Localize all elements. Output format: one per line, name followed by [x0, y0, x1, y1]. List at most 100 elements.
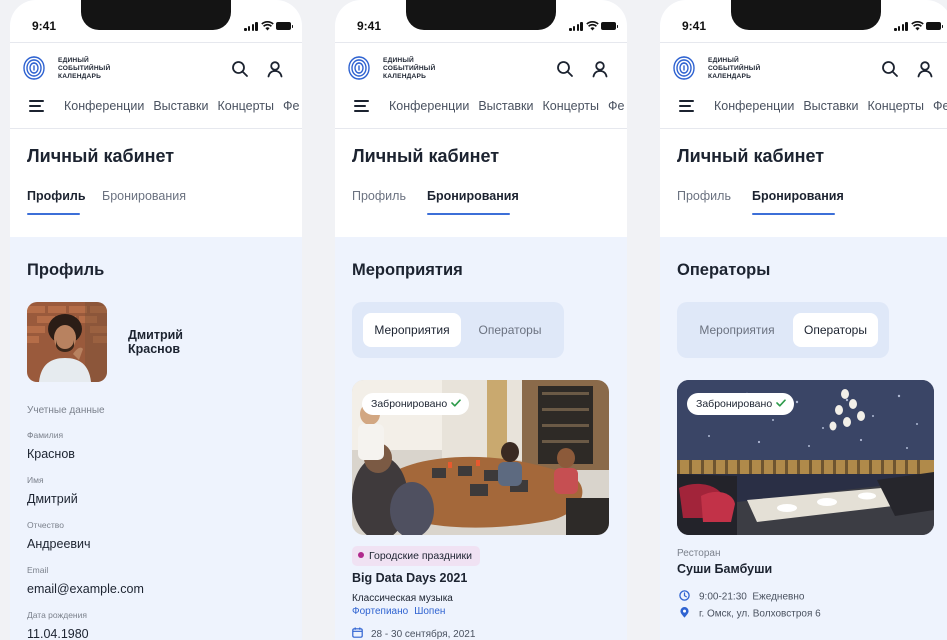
logo-line: КАЛЕНДАРЬ	[383, 73, 427, 80]
search-icon[interactable]	[231, 60, 249, 78]
bookings-segmented-control: Мероприятия Операторы	[352, 302, 564, 358]
nav-item-conferences[interactable]: Конференции	[64, 99, 144, 113]
user-icon[interactable]	[266, 60, 284, 78]
nav-item-festivals[interactable]: Фе	[283, 99, 299, 113]
logo-text: ЕДИНЫЙ СОБЫТИЙНЫЙ КАЛЕНДАРЬ	[708, 57, 760, 81]
logo-fingerprint-icon[interactable]	[22, 55, 46, 81]
logo-line: СОБЫТИЙНЫЙ	[708, 65, 761, 72]
nav-item-exhibitions[interactable]: Выставки	[153, 99, 208, 113]
nav-item-concerts[interactable]: Концерты	[543, 99, 600, 113]
nav-items: Конференции Выставки Концерты Фе	[389, 99, 627, 113]
booked-badge: Забронировано	[362, 393, 470, 415]
nav-item-conferences[interactable]: Конференции	[714, 99, 794, 113]
status-bar: 9:41	[335, 0, 627, 44]
field-label-last-name: Фамилия	[27, 430, 64, 440]
divider	[335, 42, 627, 43]
category-nav: Конференции Выставки Концерты Фе	[335, 95, 627, 119]
nav-item-exhibitions[interactable]: Выставки	[478, 99, 533, 113]
field-label-email: Email	[27, 565, 49, 575]
avatar	[27, 302, 107, 382]
burger-menu-icon[interactable]	[29, 100, 44, 112]
logo-line: КАЛЕНДАРЬ	[58, 73, 102, 80]
event-tag[interactable]: Фортепиано	[352, 606, 408, 617]
field-value-birth-date: 11.04.1980	[27, 627, 89, 640]
segment-events[interactable]: Мероприятия	[688, 313, 786, 347]
wifi-icon	[911, 20, 924, 31]
nav-item-exhibitions[interactable]: Выставки	[803, 99, 858, 113]
field-value-last-name: Краснов	[27, 447, 75, 461]
event-tags: Фортепиано Шопен	[352, 606, 451, 617]
location-pin-icon	[679, 607, 690, 618]
logo-text: ЕДИНЫЙ СОБЫТИЙНЫЙ КАЛЕНДАРЬ	[58, 57, 110, 81]
logo-text: ЕДИНЫЙ СОБЫТИЙНЫЙ КАЛЕНДАРЬ	[383, 57, 435, 81]
logo-fingerprint-icon[interactable]	[347, 55, 371, 81]
tab-profile[interactable]: Профиль	[677, 189, 731, 203]
notch	[406, 0, 556, 30]
user-icon[interactable]	[591, 60, 609, 78]
event-title[interactable]: Big Data Days 2021	[352, 571, 467, 585]
field-label-first-name: Имя	[27, 475, 44, 485]
category-dot-icon	[358, 552, 364, 558]
signal-icon	[244, 22, 258, 31]
check-icon	[776, 399, 786, 407]
logo-line: КАЛЕНДАРЬ	[708, 73, 752, 80]
bookings-segmented-control: Мероприятия Операторы	[677, 302, 889, 358]
booked-badge: Забронировано	[687, 393, 795, 415]
nav-items: Конференции Выставки Концерты Фе	[64, 99, 302, 113]
status-time: 9:41	[682, 19, 707, 33]
event-date: 28 - 30 сентября, 2021	[352, 627, 475, 640]
segment-events[interactable]: Мероприятия	[363, 313, 461, 347]
operator-hours-row: 9:00-21:30 Ежедневно	[679, 590, 804, 603]
system-icons	[569, 20, 618, 31]
section-title: Мероприятия	[352, 261, 463, 279]
operator-name[interactable]: Суши Бамбуши	[677, 562, 772, 576]
tab-profile[interactable]: Профиль	[27, 189, 86, 203]
nav-items: Конференции Выставки Концерты Фе	[714, 99, 947, 113]
section-title: Профиль	[27, 261, 105, 279]
operator-address-row: г. Омск, ул. Волховстроя 6	[679, 607, 821, 620]
nav-item-concerts[interactable]: Концерты	[868, 99, 925, 113]
signal-icon	[894, 22, 908, 31]
field-value-first-name: Дмитрий	[27, 492, 78, 506]
search-icon[interactable]	[881, 60, 899, 78]
field-label-birth-date: Дата рождения	[27, 610, 87, 620]
category-label: Городские праздники	[369, 550, 472, 562]
tab-profile[interactable]: Профиль	[352, 189, 406, 203]
check-icon	[451, 399, 461, 407]
search-icon[interactable]	[556, 60, 574, 78]
logo-fingerprint-icon[interactable]	[672, 55, 696, 81]
tab-bookings[interactable]: Бронирования	[752, 189, 844, 203]
segment-operators[interactable]: Операторы	[793, 313, 878, 347]
status-time: 9:41	[32, 19, 57, 33]
burger-menu-icon[interactable]	[679, 100, 694, 112]
event-genre: Классическая музыка	[352, 593, 453, 604]
logo-line: ЕДИНЫЙ	[58, 57, 89, 64]
page-title: Личный кабинет	[27, 146, 175, 166]
divider	[10, 42, 302, 43]
field-label-patronymic: Отчество	[27, 520, 64, 530]
burger-menu-icon[interactable]	[354, 100, 369, 112]
event-card-image[interactable]: Забронировано	[352, 380, 609, 535]
credentials-label: Учетные данные	[27, 405, 105, 416]
system-icons	[244, 21, 293, 31]
logo-line: ЕДИНЫЙ	[708, 57, 739, 64]
nav-item-festivals[interactable]: Фе	[933, 99, 947, 113]
profile-name: Дмитрий Краснов	[128, 328, 183, 356]
nav-item-conferences[interactable]: Конференции	[389, 99, 469, 113]
nav-item-festivals[interactable]: Фе	[608, 99, 624, 113]
wifi-icon	[586, 20, 599, 31]
system-icons	[894, 20, 943, 31]
tab-bookings[interactable]: Бронирования	[102, 189, 186, 203]
category-nav: Конференции Выставки Концерты Фе	[10, 95, 302, 119]
clock-icon	[679, 590, 690, 601]
tab-bookings[interactable]: Бронирования	[427, 189, 519, 203]
user-icon[interactable]	[916, 60, 934, 78]
segment-operators[interactable]: Операторы	[464, 313, 556, 347]
category-chip[interactable]: Городские праздники	[352, 546, 480, 566]
page-title: Личный кабинет	[352, 146, 500, 166]
event-tag[interactable]: Шопен	[414, 606, 445, 617]
operator-card-image[interactable]: Забронировано	[677, 380, 934, 535]
nav-item-concerts[interactable]: Концерты	[218, 99, 275, 113]
booked-label: Забронировано	[696, 398, 773, 410]
battery-icon	[926, 22, 943, 30]
